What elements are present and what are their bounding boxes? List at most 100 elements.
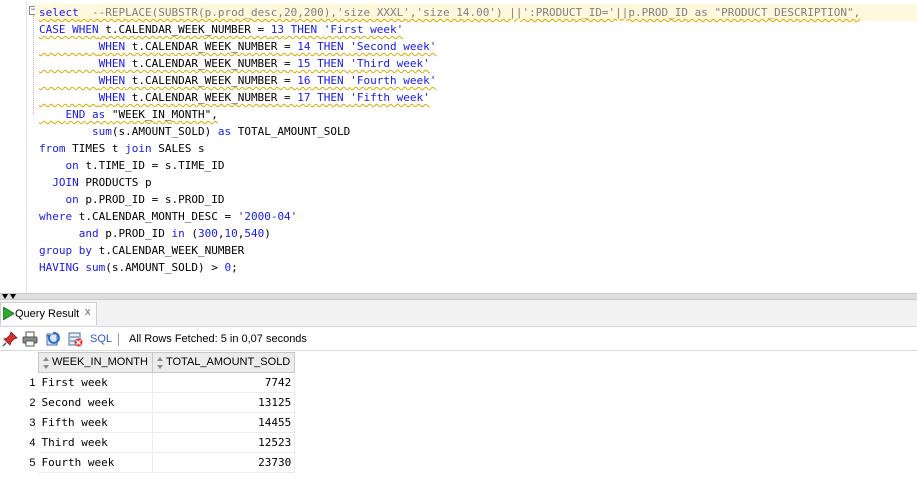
sql-editor[interactable]: − select --REPLACE(SUBSTR(p.prod_desc,20…	[0, 0, 917, 293]
code-token: WHEN	[98, 74, 126, 87]
tab-query-result[interactable]: Query Result x	[0, 302, 97, 325]
code-token: 'Third week'	[350, 57, 430, 70]
code-line[interactable]: WHEN t.CALENDAR_WEEK_NUMBER = 16 THEN 'F…	[39, 72, 917, 89]
code-token: PRODUCTS p	[78, 176, 152, 189]
code-token: JOIN	[52, 176, 79, 189]
code-token: 10	[224, 227, 238, 240]
code-line[interactable]: JOIN PRODUCTS p	[39, 174, 917, 191]
code-token: from	[39, 142, 66, 155]
code-token: join	[125, 142, 152, 155]
code-line-text: WHEN t.CALENDAR_WEEK_NUMBER = 16 THEN 'F…	[39, 74, 437, 87]
table-row[interactable]: 5 Fourth week 23730	[0, 452, 296, 473]
code-token: 14	[297, 40, 311, 53]
code-line[interactable]: select --REPLACE(SUBSTR(p.prod_desc,20,2…	[35, 4, 917, 21]
code-token: TOTAL_AMOUNT_SOLD	[231, 125, 351, 138]
code-line-text: HAVING sum(s.AMOUNT_SOLD) > 0;	[39, 261, 238, 274]
code-token: p.PROD_ID	[98, 227, 172, 240]
code-token: THEN	[310, 74, 351, 87]
print-icon[interactable]	[22, 331, 38, 347]
code-token: '2000-04'	[237, 210, 298, 223]
code-token: "WEEK_IN_MONTH",	[111, 108, 218, 121]
code-token: 13	[270, 23, 285, 36]
code-token: TIMES t	[65, 142, 126, 155]
code-token: t.CALENDAR_WEEK_NUMBER =	[98, 23, 271, 36]
row-number: 2	[29, 396, 36, 409]
code-line[interactable]: WHEN t.CALENDAR_WEEK_NUMBER = 15 THEN 'T…	[39, 55, 917, 72]
code-token: (	[184, 227, 198, 240]
cell-week-in-month[interactable]: Fourth week	[38, 452, 153, 473]
result-toolbar: SQL All Rows Fetched: 5 in 0,07 seconds	[0, 326, 917, 351]
code-line-text: from TIMES t join SALES s	[39, 142, 205, 155]
cell-total-amount-sold[interactable]: 14455	[152, 412, 296, 433]
code-token: sum	[85, 261, 106, 274]
refresh-icon[interactable]	[45, 331, 61, 347]
column-header-total-amount-sold[interactable]: TOTAL_AMOUNT_SOLD	[151, 352, 296, 373]
close-icon[interactable]: x	[85, 306, 91, 318]
code-token: on	[65, 193, 79, 206]
cell-total-amount-sold[interactable]: 12523	[152, 432, 296, 453]
code-token: WHEN	[98, 57, 126, 70]
code-line[interactable]: group by t.CALENDAR_WEEK_NUMBER	[39, 242, 917, 259]
sql-link[interactable]: SQL	[90, 333, 112, 345]
code-line[interactable]: from TIMES t join SALES s	[39, 140, 917, 157]
table-row[interactable]: 1 First week 7742	[0, 372, 296, 393]
code-line[interactable]: END as "WEEK_IN_MONTH",	[39, 106, 917, 123]
code-token: on	[65, 159, 79, 172]
cell-total-amount-sold[interactable]: 13125	[152, 392, 296, 413]
cell-total-amount-sold[interactable]: 7742	[152, 372, 296, 393]
code-token: THEN	[284, 23, 324, 36]
cell-week-in-month[interactable]: Second week	[38, 392, 153, 413]
cell-week-in-month[interactable]: Fifth week	[38, 412, 153, 433]
run-arrow-icon	[3, 307, 14, 320]
panel-splitter[interactable]	[0, 293, 917, 300]
code-token: HAVING	[39, 261, 79, 274]
code-line[interactable]: and p.PROD_ID in (300,10,540)	[39, 225, 917, 242]
code-line[interactable]: on p.PROD_ID = s.PROD_ID	[39, 191, 917, 208]
cancel-query-icon[interactable]	[67, 331, 83, 347]
editor-gutter	[0, 0, 27, 293]
cell-week-in-month[interactable]: First week	[38, 372, 153, 393]
code-token: THEN	[310, 91, 351, 104]
code-line[interactable]: on t.TIME_ID = s.TIME_ID	[39, 157, 917, 174]
sql-code[interactable]: select --REPLACE(SUBSTR(p.prod_desc,20,2…	[35, 4, 917, 276]
code-line[interactable]: WHEN t.CALENDAR_WEEK_NUMBER = 14 THEN 'S…	[39, 38, 917, 55]
code-line[interactable]: CASE WHEN t.CALENDAR_WEEK_NUMBER = 13 TH…	[39, 21, 917, 38]
code-line[interactable]: HAVING sum(s.AMOUNT_SOLD) > 0;	[39, 259, 917, 276]
row-number: 4	[29, 436, 36, 449]
code-token: as	[217, 125, 232, 138]
code-line[interactable]: WHEN t.CALENDAR_WEEK_NUMBER = 17 THEN 'F…	[39, 89, 917, 106]
code-token: as	[85, 108, 112, 121]
code-token: WHEN	[98, 91, 126, 104]
code-token: select	[39, 6, 79, 19]
code-line[interactable]: where t.CALENDAR_MONTH_DESC = '2000-04'	[39, 208, 917, 225]
code-token: 540	[244, 227, 265, 240]
tab-label: Query Result	[15, 308, 80, 320]
code-token: 'Fifth week'	[350, 91, 430, 104]
table-row[interactable]: 4 Third week 12523	[0, 432, 296, 453]
code-token: END	[65, 108, 86, 121]
code-line-text: WHEN t.CALENDAR_WEEK_NUMBER = 17 THEN 'F…	[39, 91, 430, 104]
sort-icon[interactable]	[43, 356, 49, 369]
code-token: t.CALENDAR_WEEK_NUMBER =	[125, 57, 298, 70]
code-token: THEN	[310, 57, 351, 70]
code-token: (s.AMOUNT_SOLD) >	[105, 261, 225, 274]
code-token: THEN	[310, 40, 351, 53]
code-token: t.CALENDAR_WEEK_NUMBER =	[125, 91, 298, 104]
table-row[interactable]: 2 Second week 13125	[0, 392, 296, 413]
sort-icon[interactable]	[156, 356, 163, 369]
code-token: t.CALENDAR_WEEK_NUMBER	[91, 244, 245, 257]
cell-total-amount-sold[interactable]: 23730	[152, 452, 296, 473]
code-line[interactable]: sum(s.AMOUNT_SOLD) as TOTAL_AMOUNT_SOLD	[39, 123, 917, 140]
pin-icon[interactable]	[2, 331, 18, 347]
code-token: WHEN	[98, 40, 126, 53]
cell-week-in-month[interactable]: Third week	[38, 432, 153, 453]
table-row[interactable]: 3 Fifth week 14455	[0, 412, 296, 433]
column-header-week-in-month[interactable]: WEEK_IN_MONTH	[38, 352, 153, 373]
code-token: t.CALENDAR_WEEK_NUMBER =	[125, 74, 298, 87]
